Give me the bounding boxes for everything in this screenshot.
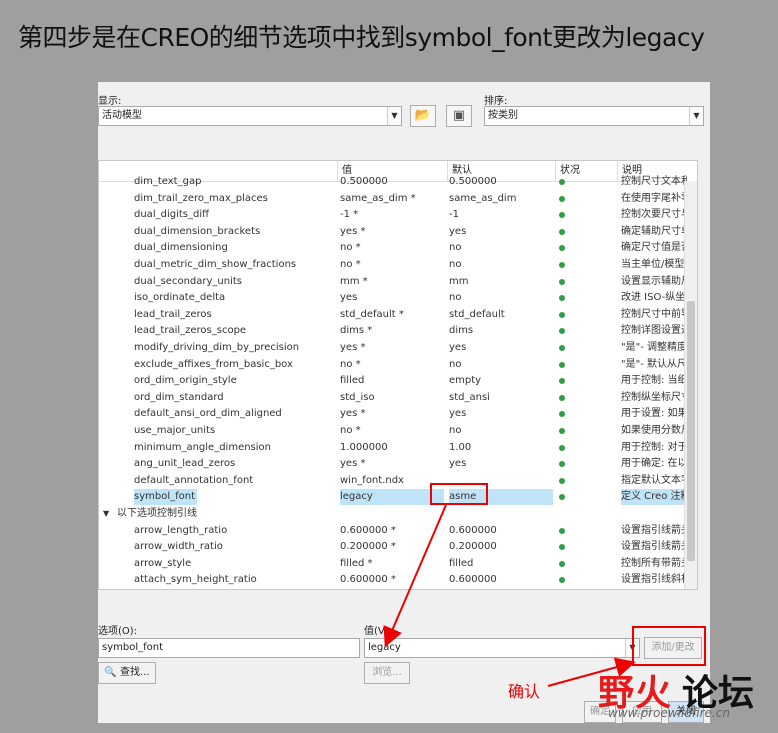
arrow-to-value-field: [383, 504, 447, 648]
confirm-annotation: 确认: [508, 682, 541, 701]
watermark-url: www.proewildfire.cn: [608, 706, 730, 720]
annotation-arrows: [383, 504, 636, 687]
